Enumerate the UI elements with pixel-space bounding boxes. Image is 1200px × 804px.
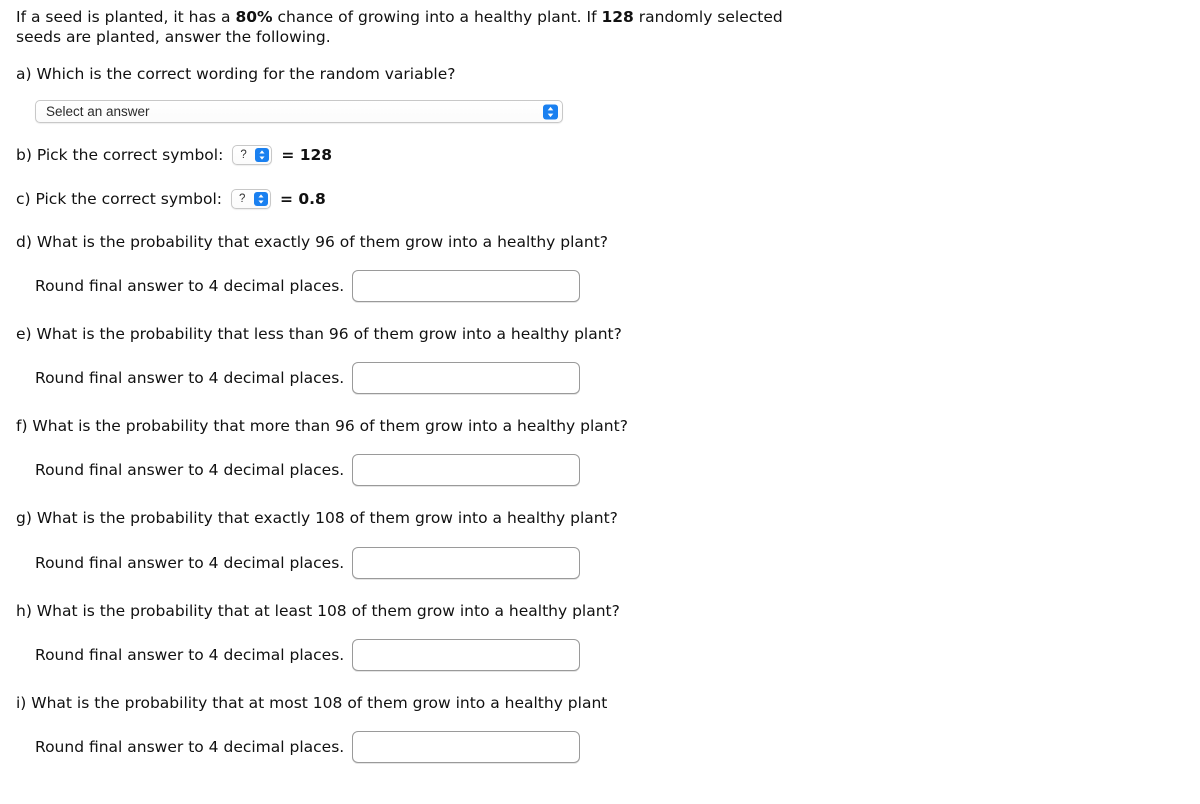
intro-sample-size: 128	[601, 8, 634, 26]
round-instruction-d: Round final answer to 4 decimal places.	[35, 277, 345, 295]
stepper-up-down-icon[interactable]	[255, 148, 270, 162]
question-b-label: b) Pick the correct symbol:	[16, 146, 224, 164]
random-variable-select-value: Select an answer	[46, 104, 150, 119]
question-b-equation: = 128	[281, 146, 333, 164]
intro-text-part2: chance of growing into a healthy plant. …	[272, 8, 602, 26]
answer-row-e: Round final answer to 4 decimal places.	[35, 362, 581, 394]
question-a-text: a) Which is the correct wording for the …	[16, 65, 456, 83]
answer-input-i[interactable]	[352, 731, 581, 763]
symbol-select-b[interactable]: ?	[232, 145, 273, 165]
round-instruction-h: Round final answer to 4 decimal places.	[35, 646, 345, 664]
symbol-select-c-value: ?	[239, 193, 246, 205]
round-instruction-g: Round final answer to 4 decimal places.	[35, 554, 345, 572]
intro-probability-value: 80%	[235, 8, 273, 26]
round-instruction-f: Round final answer to 4 decimal places.	[35, 461, 345, 479]
round-instruction-i: Round final answer to 4 decimal places.	[35, 738, 345, 756]
answer-row-d: Round final answer to 4 decimal places.	[35, 270, 581, 302]
answer-input-h[interactable]	[352, 639, 581, 671]
question-c-equation: = 0.8	[280, 190, 326, 208]
question-c-row: c) Pick the correct symbol: ? = 0.8	[16, 189, 326, 209]
question-f-text: f) What is the probability that more tha…	[16, 417, 628, 435]
answer-input-d[interactable]	[352, 270, 581, 302]
question-d-text: d) What is the probability that exactly …	[16, 233, 609, 251]
stepper-up-down-icon[interactable]	[543, 104, 558, 119]
question-g-text: g) What is the probability that exactly …	[16, 509, 618, 527]
answer-input-e[interactable]	[352, 362, 581, 394]
random-variable-select-wrapper[interactable]: Select an answer	[35, 100, 563, 123]
random-variable-select[interactable]: Select an answer	[35, 100, 563, 123]
answer-input-g[interactable]	[352, 547, 581, 579]
question-i-text: i) What is the probability that at most …	[16, 694, 608, 712]
intro-text-part1: If a seed is planted, it has a	[16, 8, 236, 26]
question-b-row: b) Pick the correct symbol: ? = 128	[16, 145, 332, 165]
round-instruction-e: Round final answer to 4 decimal places.	[35, 369, 345, 387]
problem-intro: If a seed is planted, it has a 80% chanc…	[16, 7, 816, 47]
answer-row-f: Round final answer to 4 decimal places.	[35, 454, 581, 486]
symbol-select-c[interactable]: ?	[231, 189, 271, 209]
question-h-text: h) What is the probability that at least…	[16, 602, 620, 620]
answer-row-h: Round final answer to 4 decimal places.	[35, 639, 581, 671]
answer-row-g: Round final answer to 4 decimal places.	[35, 547, 581, 579]
symbol-select-b-value: ?	[240, 149, 247, 161]
question-e-text: e) What is the probability that less tha…	[16, 325, 622, 343]
question-c-label: c) Pick the correct symbol:	[16, 190, 222, 208]
problem-page: If a seed is planted, it has a 80% chanc…	[0, 0, 1200, 804]
stepper-up-down-icon[interactable]	[254, 192, 268, 206]
answer-row-i: Round final answer to 4 decimal places.	[35, 731, 581, 763]
answer-input-f[interactable]	[352, 454, 581, 486]
